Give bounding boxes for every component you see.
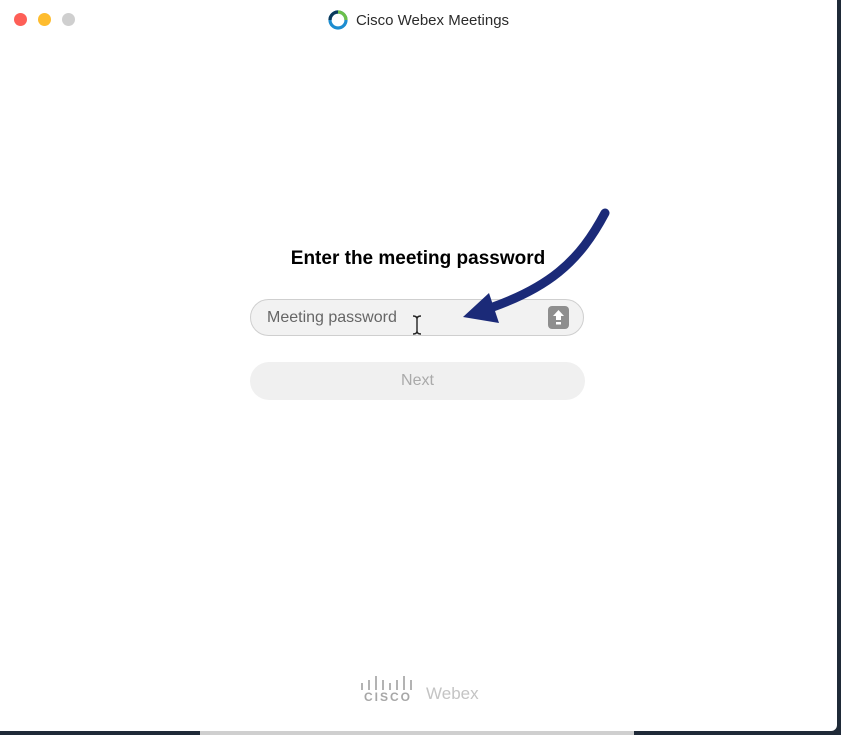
page-title: Enter the meeting password: [290, 248, 546, 269]
arrow-annotation-icon: [455, 205, 615, 330]
text-cursor-icon: [411, 314, 423, 336]
window-title-text: Cisco Webex Meetings: [355, 11, 510, 29]
app-window: Cisco Webex Meetings Enter the meeting p…: [0, 0, 837, 731]
window-title: Cisco Webex Meetings: [0, 10, 837, 30]
webex-app-icon: [328, 10, 348, 30]
cisco-logo: CISCO: [360, 676, 416, 704]
title-bar[interactable]: Cisco Webex Meetings: [0, 0, 837, 40]
next-button[interactable]: Next: [250, 362, 585, 400]
footer-logo: CISCO Webex: [360, 676, 479, 704]
cisco-logo-icon: [361, 676, 412, 690]
webex-wordmark: Webex: [426, 684, 479, 703]
bottom-strip: [200, 731, 634, 735]
cisco-wordmark: CISCO: [363, 690, 412, 704]
